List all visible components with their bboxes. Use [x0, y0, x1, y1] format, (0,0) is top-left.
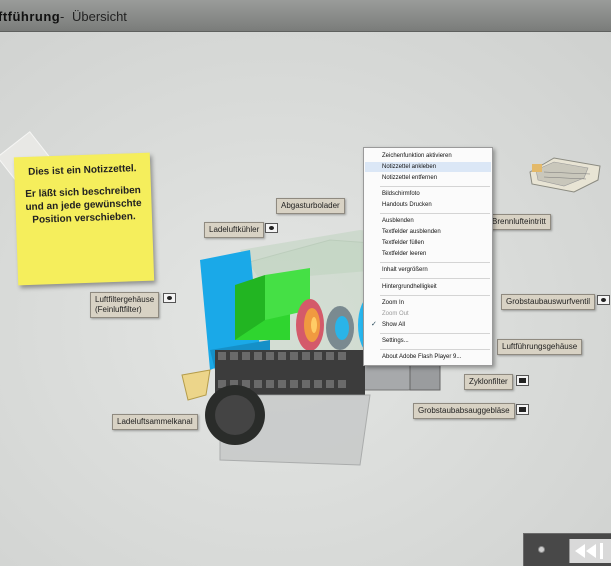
navigation-controls [523, 533, 611, 566]
label-grobstaubauswurfventil[interactable]: Grobstaubauswurfventil [501, 294, 596, 310]
menu-item-zeichenfunktion[interactable]: Zeichenfunktion aktivieren [382, 151, 452, 161]
menu-item-show-all[interactable]: Show All [371, 320, 405, 330]
note-line-2: Er läßt sich beschreiben und an jede gew… [25, 185, 142, 226]
menu-separator [380, 295, 490, 296]
context-menu: Zeichenfunktion aktivieren Notizzettel a… [363, 147, 493, 366]
menu-separator [380, 213, 490, 214]
camera-icon[interactable] [163, 293, 176, 303]
label-zyklonfilter[interactable]: Zyklonfilter [464, 374, 513, 390]
menu-item-notizzettel-ankleben[interactable]: Notizzettel ankleben [365, 162, 491, 172]
menu-item-inhalt-vergroessern[interactable]: Inhalt vergrößern [382, 265, 428, 275]
label-ladeluftkuehler[interactable]: Ladeluftkühler [204, 222, 265, 238]
menu-item-hintergrundhelligkeit[interactable]: Hintergrundhelligkeit [382, 282, 437, 292]
menu-separator [380, 278, 490, 279]
camera-icon[interactable] [265, 223, 278, 233]
label-ladeluftsammelkanal[interactable]: Ladeluftsammelkanal [112, 414, 198, 430]
circle-indicator-icon[interactable] [538, 546, 545, 553]
menu-item-textfelder-leeren[interactable]: Textfelder leeren [382, 249, 426, 259]
video-camera-icon[interactable] [516, 375, 529, 386]
menu-separator [380, 333, 490, 334]
menu-item-zoom-out: Zoom Out [382, 311, 409, 317]
label-luftfiltergehaeuse-line2: (Feinluftfilter) [95, 305, 142, 314]
page-subtitle: Übersicht [72, 9, 127, 24]
video-camera-icon[interactable] [516, 404, 529, 415]
menu-item-zoom-in[interactable]: Zoom In [382, 298, 404, 308]
label-brennlufteintritt[interactable]: Brennlufteintritt [487, 214, 551, 230]
label-luftfuehrungsgehaeuse[interactable]: Luftführungsgehäuse [497, 339, 583, 355]
label-luftfiltergehaeuse[interactable]: Luftfiltergehäuse (Feinluftfilter) [90, 292, 160, 318]
title-bar: ftführung - Übersicht [0, 0, 611, 32]
menu-separator [380, 262, 490, 263]
menu-item-bildschirmfoto[interactable]: Bildschirmfoto [382, 189, 420, 199]
title-separator: - [60, 9, 65, 24]
page-title: ftführung [0, 9, 61, 24]
note-line-1: Dies ist ein Notizzettel. [27, 163, 137, 178]
menu-item-textfelder-fuellen[interactable]: Textfelder füllen [382, 238, 424, 248]
menu-separator [380, 186, 490, 187]
label-grobstaubabsauggeblaese[interactable]: Grobstaubabsauggebläse [413, 403, 515, 419]
camera-icon[interactable] [597, 295, 610, 305]
skip-back-icon [575, 544, 585, 558]
menu-item-textfelder-ausblenden[interactable]: Textfelder ausblenden [382, 227, 441, 237]
menu-item-settings[interactable]: Settings... [382, 336, 409, 346]
engine-thumbnail[interactable] [524, 150, 604, 194]
menu-item-handouts-drucken[interactable]: Handouts Drucken [382, 200, 432, 210]
label-luftfiltergehaeuse-line1: Luftfiltergehäuse [95, 295, 155, 304]
sticky-note[interactable]: Dies ist ein Notizzettel. Er läßt sich b… [13, 152, 155, 286]
skip-back-button[interactable] [569, 539, 611, 563]
skip-back-icon [586, 544, 596, 558]
menu-item-ausblenden[interactable]: Ausblenden [382, 216, 414, 226]
menu-separator [380, 349, 490, 350]
menu-item-about-flash[interactable]: About Adobe Flash Player 9... [382, 352, 461, 362]
label-abgasturbolader[interactable]: Abgasturbolader [276, 198, 345, 214]
menu-item-notizzettel-entfernen[interactable]: Notizzettel entfernen [382, 173, 437, 183]
skip-back-bar [600, 543, 603, 559]
